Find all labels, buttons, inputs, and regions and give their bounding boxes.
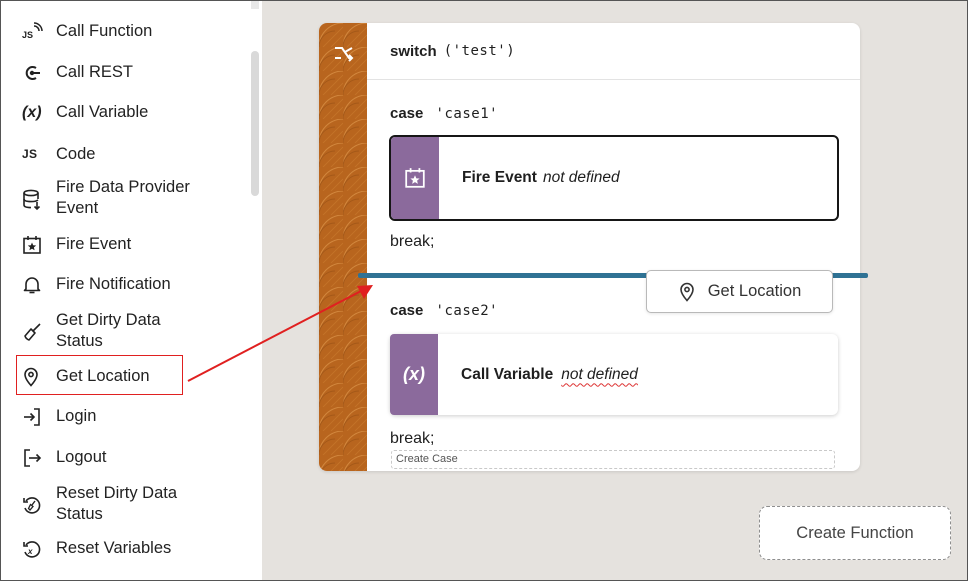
action-name: Call Variable — [461, 365, 554, 383]
variable-icon: (x) — [22, 104, 42, 121]
palette-item-reset-dirty-data-status[interactable]: Reset Dirty Data Status — [16, 483, 246, 525]
palette-item-label: Login — [56, 407, 97, 425]
palette-item-call-variable[interactable]: (x) Call Variable — [16, 102, 246, 123]
switch-block[interactable]: switch ('test') case 'case1' Fire Event n… — [319, 23, 860, 471]
palette-item-label: Fire Data Provider Event — [56, 178, 190, 217]
palette-item-logout[interactable]: Logout — [16, 447, 246, 468]
action-tile — [391, 137, 439, 219]
palette-item-fire-data-provider-event[interactable]: Fire Data Provider Event — [16, 177, 246, 219]
action-name: Fire Event — [462, 169, 537, 186]
palette-item-label: Reset Dirty Data Status — [56, 484, 178, 523]
broom-icon — [16, 310, 48, 342]
palette-item-reset-variables[interactable]: x Reset Variables — [16, 538, 246, 559]
break-statement-1: break; — [390, 233, 435, 250]
database-icon — [16, 177, 48, 211]
palette-item-fire-notification[interactable]: Fire Notification — [16, 274, 246, 295]
action-title: Call Variable not defined — [438, 366, 638, 384]
palette-item-label: Fire Event — [56, 235, 132, 253]
rail-pattern — [319, 23, 367, 471]
palette-scrollbar[interactable] — [251, 51, 259, 196]
bell-icon — [16, 275, 48, 295]
logout-icon — [16, 448, 48, 468]
palette-item-label: Fire Notification — [56, 275, 171, 293]
app-window: JS Call Function Call REST (x) Call Vari… — [0, 0, 968, 581]
rest-icon — [16, 63, 48, 83]
palette-item-get-dirty-data-status[interactable]: Get Dirty Data Status — [16, 310, 246, 352]
variable-icon: (x) — [403, 364, 425, 384]
action-title: Fire Event not defined — [439, 169, 620, 187]
callout-highlight — [16, 355, 183, 395]
palette-item-label: Code — [56, 145, 96, 163]
action-tile: (x) — [390, 334, 438, 415]
palette-item-label: Reset Variables — [56, 539, 172, 557]
create-case-button[interactable]: Create Case — [391, 450, 835, 469]
switch-icon — [335, 47, 354, 62]
js-function-icon: JS — [16, 21, 48, 42]
action-palette: JS Call Function Call REST (x) Call Vari… — [2, 1, 262, 580]
switch-keyword: switch — [390, 42, 437, 60]
palette-item-call-function[interactable]: JS Call Function — [16, 21, 246, 42]
login-icon — [16, 407, 48, 427]
switch-argument: ('test') — [443, 43, 516, 59]
location-pin-icon — [678, 282, 696, 302]
palette-item-label: Call REST — [56, 63, 134, 81]
palette-item-label: Get Dirty Data Status — [56, 311, 161, 350]
palette-item-label: Logout — [56, 448, 107, 466]
drag-ghost-label: Get Location — [707, 282, 802, 300]
fire-event-action[interactable]: Fire Event not defined — [389, 135, 839, 221]
palette-item-label: Call Function — [56, 22, 153, 40]
switch-header[interactable]: switch ('test') — [367, 23, 860, 80]
reset-variable-icon: x — [16, 539, 48, 559]
scrollbar-track-top — [251, 1, 259, 9]
palette-item-code[interactable]: JS Code — [16, 144, 246, 165]
break-statement-2: break; — [390, 430, 435, 447]
reset-broom-icon — [16, 483, 48, 515]
dragged-get-location[interactable]: Get Location — [646, 270, 833, 313]
svg-text:JS: JS — [22, 30, 33, 40]
palette-item-call-rest[interactable]: Call REST — [16, 62, 246, 83]
create-function-button[interactable]: Create Function — [759, 506, 951, 560]
call-variable-action[interactable]: (x) Call Variable not defined — [390, 334, 838, 415]
case-value: 'case2' — [435, 303, 499, 319]
case-keyword: case — [390, 302, 424, 319]
switch-rail — [319, 23, 367, 471]
action-status: not defined — [542, 169, 620, 186]
case-value: 'case1' — [435, 106, 499, 122]
code-icon: JS — [22, 147, 38, 161]
case-keyword: case — [390, 105, 424, 122]
calendar-star-icon — [16, 235, 48, 255]
palette-item-login[interactable]: Login — [16, 406, 246, 427]
case-label-1[interactable]: case 'case1' — [390, 105, 498, 122]
action-status: not defined — [561, 365, 638, 383]
svg-text:x: x — [27, 547, 33, 556]
palette-item-label: Call Variable — [56, 103, 149, 121]
palette-item-fire-event[interactable]: Fire Event — [16, 234, 246, 255]
case-label-2[interactable]: case 'case2' — [390, 302, 498, 319]
calendar-star-icon — [405, 168, 425, 188]
